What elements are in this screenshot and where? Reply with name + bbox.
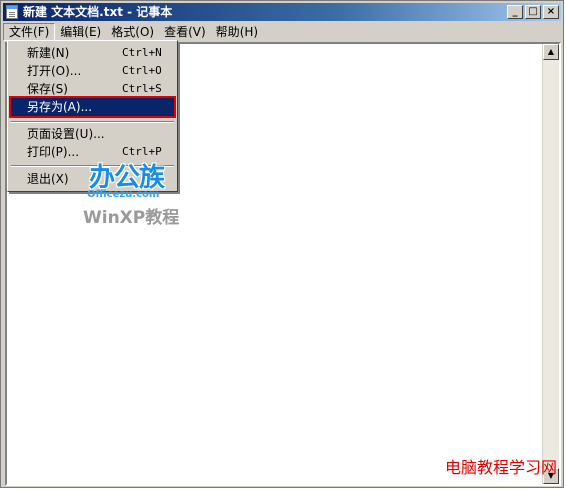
corner-watermark: 电脑教程学习网 (444, 458, 557, 477)
menu-edit[interactable]: 编辑(E) (55, 23, 106, 41)
menu-bar: 文件(F) 编辑(E) 格式(O) 查看(V) 帮助(H) (3, 22, 561, 41)
menu-file-label: 文件 (9, 24, 34, 39)
menu-edit-mnemonic: (E) (84, 24, 102, 39)
notepad-icon[interactable] (6, 5, 18, 19)
window-controls: _ □ × (507, 5, 559, 19)
menu-help[interactable]: 帮助(H) (211, 23, 263, 41)
menu-format-mnemonic: (O) (135, 24, 155, 39)
menu-file[interactable]: 文件(F) (3, 22, 56, 41)
maximize-button[interactable]: □ (525, 5, 541, 19)
menu-view[interactable]: 查看(V) (159, 23, 211, 41)
menu-view-mnemonic: (V) (188, 24, 206, 39)
close-button[interactable]: × (543, 5, 559, 19)
minimize-button[interactable]: _ (507, 5, 523, 19)
watermark-subtitle: WinXP教程 (83, 208, 180, 228)
window-title: 新建 文本文档.txt - 记事本 (23, 5, 173, 19)
menu-item-page-setup-label: 页面设置(U)... (27, 127, 105, 141)
menu-item-new[interactable]: 新建(N) Ctrl+N (10, 44, 175, 62)
notepad-window: 新建 文本文档.txt - 记事本 _ □ × 文件(F) 编辑(E) 格式(O… (0, 0, 564, 488)
menu-item-open-shortcut: Ctrl+O (122, 64, 162, 77)
menu-view-label: 查看 (164, 24, 189, 39)
menu-item-open-label: 打开(O)... (27, 64, 82, 78)
menu-file-mnemonic: (F) (33, 24, 50, 39)
menu-format-label: 格式 (111, 24, 136, 39)
menu-item-open[interactable]: 打开(O)... Ctrl+O (10, 62, 175, 80)
menu-item-exit-label: 退出(X) (27, 172, 69, 186)
menu-item-page-setup[interactable]: 页面设置(U)... (10, 125, 175, 143)
menu-edit-label: 编辑 (60, 24, 85, 39)
menu-item-print-label: 打印(P)... (27, 145, 80, 159)
menu-item-save-as[interactable]: 另存为(A)... (9, 96, 176, 118)
menu-item-save-label: 保存(S) (27, 82, 68, 96)
scroll-up-button[interactable]: ▲ (543, 44, 559, 60)
watermark-logo: 办公族 Officezu.com WinXP教程 (81, 157, 186, 229)
title-bar[interactable]: 新建 文本文档.txt - 记事本 _ □ × (3, 3, 561, 21)
vertical-scrollbar[interactable]: ▲ ▼ (542, 44, 559, 484)
menu-item-new-shortcut: Ctrl+N (122, 46, 162, 59)
annotation-highlight-box (9, 96, 176, 118)
menu-help-label: 帮助 (215, 24, 240, 39)
watermark-url: Officezu.com (87, 189, 160, 200)
menu-separator (11, 121, 174, 123)
menu-item-new-label: 新建(N) (27, 46, 70, 60)
menu-help-mnemonic: (H) (239, 24, 259, 39)
menu-format[interactable]: 格式(O) (106, 23, 159, 41)
